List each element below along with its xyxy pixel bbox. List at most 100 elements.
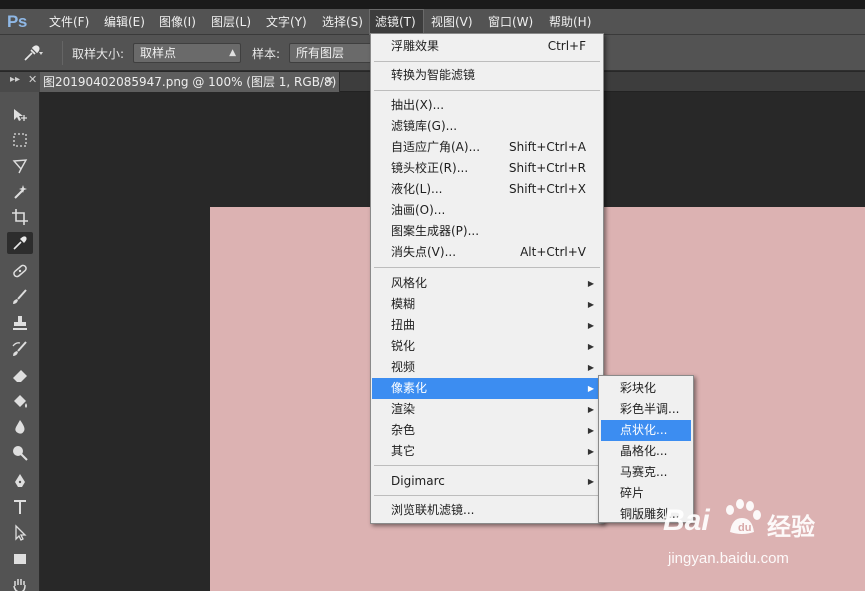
submenu-arrow-icon: ▶ — [587, 384, 594, 393]
menu-view[interactable]: 视图(V) — [426, 9, 478, 35]
close-icon[interactable]: ✕ — [28, 73, 37, 86]
menu-item-pixelate[interactable]: 像素化 ▶ — [372, 378, 602, 399]
menu-item-oil-paint[interactable]: 油画(O)... — [372, 200, 602, 221]
menu-item-adaptive-wide-angle[interactable]: 自适应广角(A)... Shift+Ctrl+A — [372, 137, 602, 158]
menu-item-liquify[interactable]: 液化(L)... Shift+Ctrl+X — [372, 179, 602, 200]
submenu-arrow-icon: ▶ — [587, 363, 594, 372]
expand-panel-icon[interactable]: ▸▸ — [10, 74, 20, 85]
magic-wand-icon — [14, 185, 27, 199]
menu-item-vanishing-point[interactable]: 消失点(V)... Alt+Ctrl+V — [372, 242, 602, 263]
document-tab[interactable]: 图20190402085947.png @ 100% (图层 1, RGB/8)… — [40, 72, 340, 92]
sample-size-select[interactable]: 取样点 ▲ — [133, 43, 241, 63]
lasso-tool[interactable] — [7, 155, 33, 177]
hand-icon — [13, 579, 26, 591]
submenu-arrow-icon: ▶ — [587, 477, 594, 486]
menu-type[interactable]: 文字(Y) — [261, 9, 312, 35]
submenu-arrow-icon: ▶ — [587, 426, 594, 435]
water-drop-icon — [15, 420, 25, 434]
tab-close-icon[interactable]: ✕ — [325, 74, 334, 87]
photoshop-logo: Ps — [7, 12, 27, 31]
menu-item-sharpen[interactable]: 锐化 ▶ — [372, 336, 602, 357]
tool-preset-picker[interactable] — [20, 43, 44, 63]
hand-tool[interactable] — [7, 574, 33, 591]
submenu-item-color-halftone[interactable]: 彩色半调... — [601, 399, 691, 420]
options-separator — [62, 41, 63, 65]
menu-filter[interactable]: 滤镜(T) — [369, 9, 424, 35]
submenu-item-crystallize[interactable]: 晶格化... — [601, 441, 691, 462]
arrow-cursor-icon — [15, 524, 27, 541]
submenu-arrow-icon: ▶ — [587, 447, 594, 456]
menu-help[interactable]: 帮助(H) — [544, 9, 596, 35]
stamp-icon — [13, 316, 27, 330]
type-tool[interactable] — [7, 496, 33, 518]
menu-item-stylize[interactable]: 风格化 ▶ — [372, 273, 602, 294]
menu-item-browse-online-filters[interactable]: 浏览联机滤镜... — [372, 500, 602, 521]
menu-separator — [374, 267, 600, 268]
menu-layer[interactable]: 图层(L) — [206, 9, 256, 35]
menu-item-label: 模糊 — [391, 297, 416, 311]
baidu-jingyan-watermark: Bai du 经验 jingyan.baidu.com — [660, 490, 865, 590]
menu-item-label: 视频 — [391, 360, 416, 374]
menu-separator — [374, 495, 600, 496]
sample-value: 所有图层 — [296, 46, 345, 60]
menu-window[interactable]: 窗口(W) — [483, 9, 538, 35]
submenu-arrow-icon: ▶ — [587, 279, 594, 288]
clone-stamp-tool[interactable] — [7, 312, 33, 334]
menu-item-blur[interactable]: 模糊 ▶ — [372, 294, 602, 315]
submenu-arrow-icon: ▶ — [587, 405, 594, 414]
blur-tool[interactable] — [7, 416, 33, 438]
menu-item-label: 自适应广角(A)... — [391, 140, 481, 154]
menu-item-label: 滤镜库(G)... — [391, 119, 458, 133]
brush-tool[interactable] — [7, 286, 33, 308]
menu-item-smart-filter[interactable]: 转换为智能滤镜 — [372, 65, 602, 86]
marquee-tool[interactable] — [7, 129, 33, 151]
magic-wand-tool[interactable] — [7, 181, 33, 203]
submenu-arrow-icon: ▶ — [587, 342, 594, 351]
eraser-icon — [13, 370, 27, 382]
move-tool[interactable] — [7, 104, 33, 126]
submenu-item-facet[interactable]: 彩块化 — [601, 378, 691, 399]
eyedropper-tool[interactable] — [7, 232, 33, 254]
toolbox-header[interactable]: ▸▸ ✕ — [0, 72, 40, 92]
history-brush-icon — [12, 341, 27, 356]
bandage-icon — [13, 264, 27, 278]
menu-item-digimarc[interactable]: Digimarc ▶ — [372, 471, 602, 492]
crop-tool[interactable] — [7, 206, 33, 228]
watermark-url: jingyan.baidu.com — [668, 550, 789, 567]
path-selection-tool[interactable] — [7, 522, 33, 544]
menu-item-emboss-last[interactable]: 浮雕效果 Ctrl+F — [372, 36, 602, 57]
sample-size-value: 取样点 — [140, 46, 177, 60]
title-strip — [0, 0, 865, 9]
menu-image[interactable]: 图像(I) — [154, 9, 201, 35]
eyedropper-icon — [24, 45, 43, 61]
menu-item-distort[interactable]: 扭曲 ▶ — [372, 315, 602, 336]
eraser-tool[interactable] — [7, 364, 33, 386]
rectangle-tool[interactable] — [7, 548, 33, 570]
menu-separator — [374, 61, 600, 62]
menu-item-render[interactable]: 渲染 ▶ — [372, 399, 602, 420]
pen-tool[interactable] — [7, 470, 33, 492]
menu-item-filter-gallery[interactable]: 滤镜库(G)... — [372, 116, 602, 137]
menu-item-extract[interactable]: 抽出(X)... — [372, 95, 602, 116]
submenu-item-pointillize[interactable]: 点状化... — [601, 420, 691, 441]
shortcut-label: Shift+Ctrl+R — [508, 161, 586, 175]
menu-file[interactable]: 文件(F) — [44, 9, 94, 35]
menu-select[interactable]: 选择(S) — [317, 9, 368, 35]
shortcut-label: Alt+Ctrl+V — [520, 245, 586, 259]
menu-edit[interactable]: 编辑(E) — [99, 9, 150, 35]
menu-item-label: 锐化 — [391, 339, 416, 353]
menu-item-other[interactable]: 其它 ▶ — [372, 441, 602, 462]
menu-item-lens-correction[interactable]: 镜头校正(R)... Shift+Ctrl+R — [372, 158, 602, 179]
healing-brush-tool[interactable] — [7, 260, 33, 282]
menu-item-noise[interactable]: 杂色 ▶ — [372, 420, 602, 441]
menu-item-label: 风格化 — [391, 276, 428, 290]
menu-item-pattern-maker[interactable]: 图案生成器(P)... — [372, 221, 602, 242]
sample-select[interactable]: 所有图层 — [289, 43, 373, 63]
dodge-tool[interactable] — [7, 442, 33, 464]
paint-bucket-tool[interactable] — [7, 390, 33, 412]
submenu-item-mosaic[interactable]: 马赛克... — [601, 462, 691, 483]
menu-item-video[interactable]: 视频 ▶ — [372, 357, 602, 378]
menu-item-label: 图案生成器(P)... — [391, 224, 480, 238]
history-brush-tool[interactable] — [7, 338, 33, 360]
sample-size-label: 取样大小: — [72, 47, 125, 61]
